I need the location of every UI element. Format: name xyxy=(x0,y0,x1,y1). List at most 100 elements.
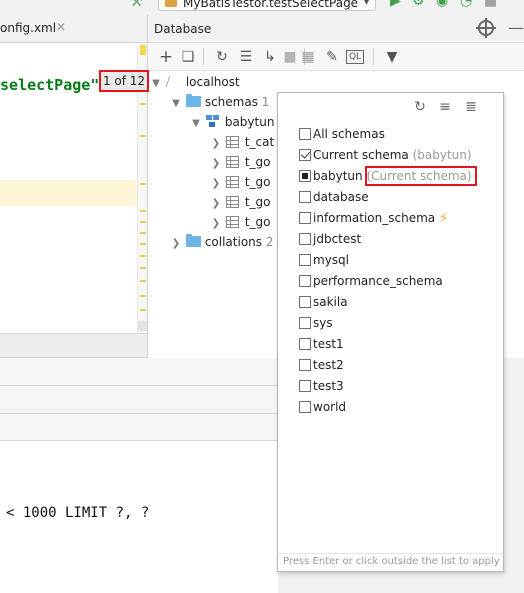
mysql-host-icon: ⧸ xyxy=(165,75,170,89)
panel-row xyxy=(0,357,278,385)
chevron-right-icon[interactable]: ❯ xyxy=(210,214,222,234)
option-label: sys xyxy=(313,316,333,330)
stripe-marker[interactable] xyxy=(140,135,146,137)
jump-icon[interactable]: ↳ xyxy=(260,47,280,67)
tree-node-table[interactable]: ❯ t_go xyxy=(210,152,271,172)
stripe-marker[interactable] xyxy=(140,295,146,297)
schema-option[interactable]: database xyxy=(299,188,369,208)
schema-option[interactable]: information_schema ⚡ xyxy=(299,209,448,229)
stop-icon[interactable]: ■ xyxy=(484,0,497,9)
popup-footer-hint: Press Enter or click outside the list to… xyxy=(283,556,500,567)
chevron-right-icon[interactable]: ❯ xyxy=(210,154,222,174)
schema-option[interactable]: test2 xyxy=(299,356,344,376)
checkbox[interactable] xyxy=(299,296,311,308)
tree-node-schemas[interactable]: ▼ schemas 1 xyxy=(170,92,269,112)
editor-tab-label[interactable]: onfig.xml xyxy=(0,21,56,35)
profile-icon[interactable]: ◔ xyxy=(460,0,472,9)
schema-option[interactable]: jdbctest xyxy=(299,230,361,250)
database-header: Database — xyxy=(148,15,524,43)
close-icon[interactable]: ✕ xyxy=(56,20,66,34)
tree-node-table[interactable]: ❯ t_go xyxy=(210,212,271,232)
chevron-right-icon[interactable]: ❯ xyxy=(210,134,222,154)
stripe-marker[interactable] xyxy=(140,103,146,105)
checkbox[interactable] xyxy=(299,359,311,371)
run-icon[interactable]: ▶ xyxy=(390,0,401,9)
console-sql-line: < 1000 LIMIT ?, ? xyxy=(6,505,150,521)
tree-node-table[interactable]: ❯ t_cat xyxy=(210,132,274,152)
checkbox[interactable] xyxy=(299,401,311,413)
coverage-icon[interactable]: ◉ xyxy=(436,0,448,9)
sql-console-icon[interactable]: QL xyxy=(346,50,364,64)
chevron-down-icon[interactable]: ▼ xyxy=(150,74,162,94)
chevron-right-icon[interactable]: ❯ xyxy=(210,194,222,214)
table-icon[interactable]: ▦ xyxy=(298,47,318,67)
schema-option[interactable]: All schemas xyxy=(299,125,385,145)
table-icon xyxy=(225,176,239,188)
refresh-icon[interactable]: ↻ xyxy=(212,47,232,67)
schema-option[interactable]: world xyxy=(299,398,346,418)
schema-option[interactable]: Current schema (babytun) xyxy=(299,146,472,166)
run-config-label: MyBatisTestor.testSelectPage xyxy=(183,0,359,10)
chevron-down-icon[interactable]: ▼ xyxy=(190,114,202,134)
stripe-marker[interactable] xyxy=(140,243,146,245)
add-icon[interactable]: + xyxy=(156,47,176,67)
checkbox[interactable] xyxy=(299,128,311,140)
checkbox[interactable] xyxy=(299,317,311,329)
tree-node-host[interactable]: ▼ ⧸ localhost xyxy=(150,72,240,92)
filter-icon[interactable]: ▼ xyxy=(382,47,402,67)
tree-node-table[interactable]: ❯ t_go xyxy=(210,192,271,212)
schema-option[interactable]: test1 xyxy=(299,335,344,355)
tree-node-table[interactable]: ❯ t_go xyxy=(210,172,271,192)
stripe-marker[interactable] xyxy=(140,45,146,55)
schema-settings-icon[interactable]: ☰ xyxy=(236,47,256,67)
checkbox[interactable] xyxy=(299,380,311,392)
console-output[interactable]: < 1000 LIMIT ?, ? xyxy=(0,441,278,593)
schema-option[interactable]: mysql xyxy=(299,251,349,271)
duplicate-icon[interactable]: ❑ xyxy=(178,47,198,67)
schema-option[interactable]: sakila xyxy=(299,293,348,313)
edit-icon[interactable]: ✎ xyxy=(322,47,342,67)
stripe-marker[interactable] xyxy=(140,221,146,223)
hide-icon[interactable]: — xyxy=(508,18,524,37)
tree-node-collations[interactable]: ❯ collations 2 xyxy=(170,232,274,252)
stripe-marker[interactable] xyxy=(140,232,146,234)
checkbox[interactable] xyxy=(299,149,311,161)
schema-label: babytun xyxy=(224,115,275,129)
chevron-down-icon[interactable]: ▼ xyxy=(170,94,182,114)
schema-option[interactable]: performance_schema xyxy=(299,272,443,292)
collapse-all-icon[interactable]: ≣ xyxy=(462,97,480,117)
checkbox[interactable] xyxy=(299,233,311,245)
editor-tab-bar: onfig.xml ✕ xyxy=(0,15,147,43)
checkbox[interactable] xyxy=(299,191,311,203)
stop-icon[interactable]: ■ xyxy=(280,47,300,67)
stripe-marker[interactable] xyxy=(140,267,146,269)
checkbox[interactable] xyxy=(299,254,311,266)
debug-icon[interactable]: ⚙ xyxy=(412,0,425,9)
checkbox[interactable] xyxy=(299,338,311,350)
checkbox[interactable] xyxy=(299,212,311,224)
stripe-marker[interactable] xyxy=(140,210,146,212)
target-icon[interactable] xyxy=(476,18,496,38)
schema-count-badge[interactable]: 1 of 12 xyxy=(99,70,149,92)
chevron-down-icon: ▾ xyxy=(363,0,369,8)
stripe-marker[interactable] xyxy=(140,255,146,257)
stripe-marker[interactable] xyxy=(140,183,146,185)
refresh-icon[interactable]: ↻ xyxy=(411,97,429,117)
chevron-right-icon[interactable]: ❯ xyxy=(210,174,222,194)
build-hammer-icon[interactable]: ⚒ xyxy=(130,0,143,10)
option-label: Current schema xyxy=(313,148,409,162)
checkbox[interactable] xyxy=(299,275,311,287)
checkbox[interactable] xyxy=(299,170,311,182)
stripe-marker[interactable] xyxy=(140,280,146,282)
schema-option[interactable]: test3 xyxy=(299,377,344,397)
schema-option[interactable]: sys xyxy=(299,314,333,334)
collations-count: 2 xyxy=(265,235,274,249)
tree-node-schema[interactable]: ▼ babytun xyxy=(190,112,274,132)
table-icon xyxy=(225,196,239,208)
expand-all-icon[interactable]: ≡ xyxy=(436,97,454,117)
database-toolbar: + ❑ ↻ ☰ ↳ ■ ▦ ✎ QL ▼ xyxy=(148,43,524,71)
run-configuration-select[interactable]: MyBatisTestor.testSelectPage ▾ xyxy=(158,0,376,11)
chevron-right-icon[interactable]: ❯ xyxy=(170,234,182,254)
table-label: t_go xyxy=(244,215,271,229)
stripe-marker[interactable] xyxy=(140,309,146,311)
